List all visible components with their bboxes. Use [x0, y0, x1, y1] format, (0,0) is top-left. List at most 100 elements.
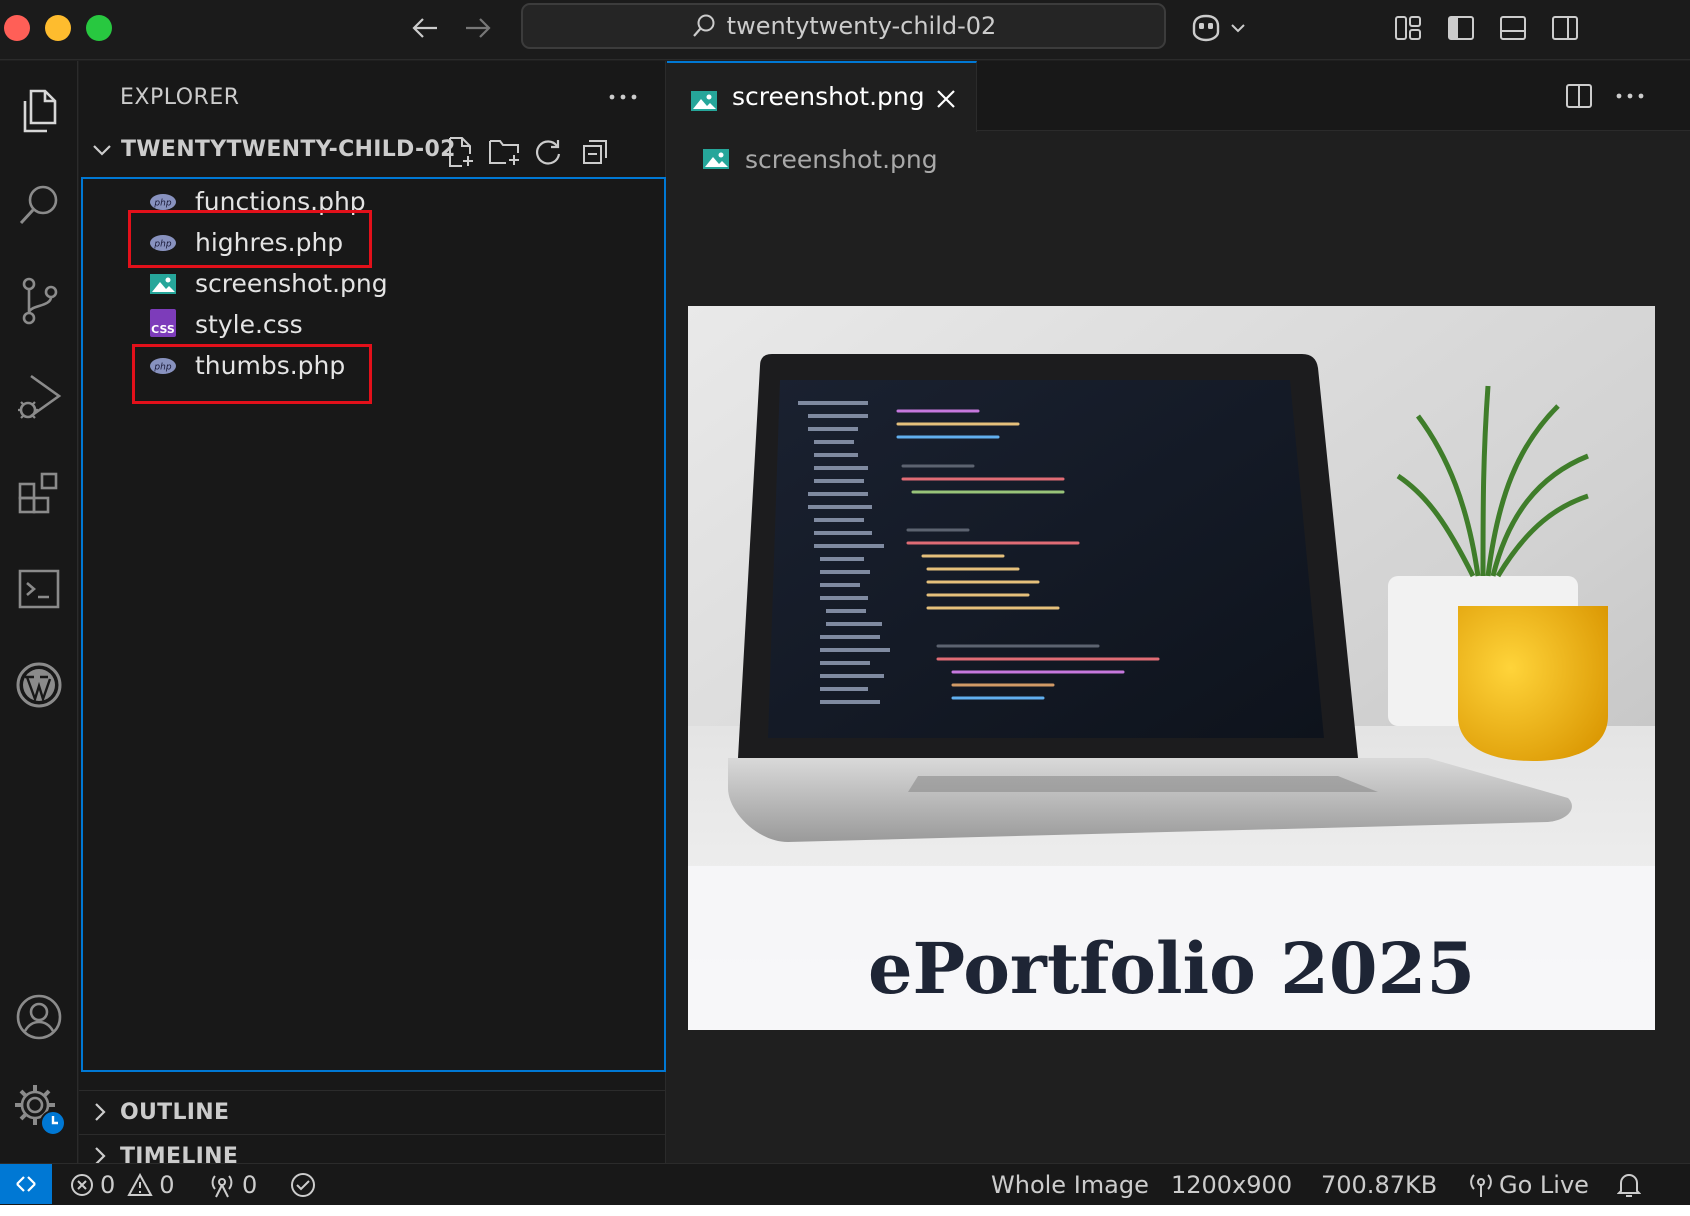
split-editor-icon [1566, 84, 1592, 108]
remote-icon [16, 1176, 36, 1192]
new-file-button[interactable] [442, 133, 480, 171]
php-file-icon: php [150, 194, 176, 210]
chevron-down-icon [93, 145, 111, 156]
wordpress-icon [16, 662, 62, 708]
activity-source-control[interactable] [0, 261, 78, 341]
preview-caption-text: ePortfolio 2025 [867, 927, 1476, 1010]
check-circle-icon [291, 1173, 315, 1197]
php-file-icon: php [150, 235, 176, 251]
explorer-title: EXPLORER [120, 85, 240, 110]
activity-terminal[interactable] [0, 549, 78, 629]
tab-screenshot-png[interactable]: screenshot.png [667, 61, 977, 132]
activity-wordpress[interactable] [0, 645, 78, 725]
image-zoom-status[interactable]: Whole Image [991, 1168, 1149, 1202]
terminal-icon [18, 569, 60, 609]
panel-bottom-icon [1500, 16, 1526, 40]
activity-search[interactable] [0, 165, 78, 245]
css-file-icon: CSS [150, 309, 176, 337]
editor-more-actions[interactable] [1611, 77, 1649, 115]
nav-back-button[interactable] [405, 10, 445, 46]
remote-indicator-button[interactable] [0, 1164, 52, 1204]
problems-indicator[interactable]: 0 0 [70, 1168, 175, 1202]
folder-name: TWENTYTWENTY-CHILD-02 [121, 137, 456, 162]
copilot-button[interactable] [1188, 8, 1256, 48]
file-item-highres-php[interactable]: php highres.php [83, 221, 664, 265]
window-maximize-button[interactable] [86, 15, 112, 41]
chevron-right-icon [95, 1103, 106, 1121]
copilot-icon [1192, 14, 1220, 42]
chevron-down-icon [1231, 24, 1245, 33]
file-item-functions-php[interactable]: php functions.php [83, 180, 664, 224]
broadcast-icon [211, 1175, 233, 1198]
laptop-photo-illustration [688, 306, 1655, 1030]
collapse-folders-button[interactable] [576, 133, 614, 171]
image-size-status: 700.87KB [1321, 1171, 1438, 1199]
window-bottom-edge [0, 1205, 1690, 1216]
explorer-sidebar: EXPLORER TWENTYTWENTY-CHILD-02 php funct… [79, 61, 666, 1169]
ellipsis-icon [1616, 93, 1644, 99]
manage-gear-icon [15, 1085, 66, 1136]
new-file-icon [449, 137, 473, 167]
nav-forward-button[interactable] [458, 10, 498, 46]
ellipsis-icon [609, 94, 637, 100]
extensions-icon [18, 472, 58, 514]
explorer-icon [23, 89, 57, 133]
activity-run-debug[interactable] [0, 357, 78, 437]
customize-layout-button[interactable] [1390, 10, 1426, 46]
activity-bar [0, 61, 78, 1163]
ports-indicator[interactable]: 0 [208, 1168, 257, 1202]
window-close-button[interactable] [4, 15, 30, 41]
image-dimensions-status: 1200x900 [1171, 1171, 1293, 1199]
activity-extensions[interactable] [0, 453, 78, 533]
layout-customize-icon [1395, 16, 1421, 40]
tab-close-button[interactable] [932, 85, 960, 113]
activity-manage[interactable] [0, 1069, 78, 1149]
collapse-all-icon [583, 140, 607, 164]
check-status-button[interactable] [290, 1168, 316, 1202]
file-item-thumbs-php[interactable]: php thumbs.php [83, 344, 664, 388]
image-preview[interactable]: ePortfolio 2025 [688, 306, 1655, 1030]
svg-text:php: php [153, 240, 171, 250]
outline-section[interactable]: OUTLINE [79, 1090, 666, 1134]
toggle-primary-sidebar-button[interactable] [1443, 10, 1479, 46]
svg-text:php: php [153, 199, 171, 209]
search-icon [19, 185, 58, 225]
source-control-icon [22, 277, 58, 325]
refresh-explorer-button[interactable] [530, 133, 568, 171]
bell-icon [1617, 1174, 1641, 1197]
editor-area: screenshot.png screenshot.png ePortfolio… [667, 61, 1690, 1163]
explorer-more-actions[interactable] [603, 79, 643, 115]
editor-tab-bar: screenshot.png [667, 61, 1690, 132]
broadcast-icon [1470, 1174, 1492, 1197]
toggle-secondary-sidebar-button[interactable] [1547, 10, 1583, 46]
run-debug-icon [18, 374, 62, 419]
accounts-icon [16, 994, 62, 1040]
close-icon [937, 90, 955, 108]
toggle-panel-button[interactable] [1495, 10, 1531, 46]
image-file-icon [703, 149, 729, 169]
new-folder-icon [489, 140, 519, 165]
warning-icon [127, 1173, 153, 1196]
sidebar-right-icon [1552, 16, 1578, 40]
breadcrumb[interactable]: screenshot.png [701, 139, 938, 179]
php-file-icon: php [150, 358, 176, 374]
activity-explorer[interactable] [0, 71, 78, 151]
new-folder-button[interactable] [486, 133, 524, 171]
activity-accounts[interactable] [0, 977, 78, 1057]
svg-text:php: php [153, 363, 171, 373]
command-center-search[interactable]: twentytwenty-child-02 [521, 3, 1166, 49]
search-icon [692, 14, 715, 37]
file-item-screenshot-png[interactable]: screenshot.png [83, 262, 664, 306]
arrow-right-icon [466, 18, 491, 38]
go-live-button[interactable]: Go Live [1469, 1168, 1589, 1202]
window-minimize-button[interactable] [45, 15, 71, 41]
image-file-icon [150, 274, 176, 294]
split-editor-button[interactable] [1560, 77, 1598, 115]
file-item-style-css[interactable]: CSS style.css [83, 303, 664, 347]
title-bar: twentytwenty-child-02 [0, 0, 1690, 60]
notifications-button[interactable] [1617, 1168, 1641, 1202]
folder-header[interactable]: TWENTYTWENTY-CHILD-02 [79, 129, 666, 173]
arrow-left-icon [412, 18, 437, 38]
sidebar-left-icon [1448, 16, 1474, 40]
file-tree: php functions.php php highres.php screen… [81, 177, 666, 1072]
